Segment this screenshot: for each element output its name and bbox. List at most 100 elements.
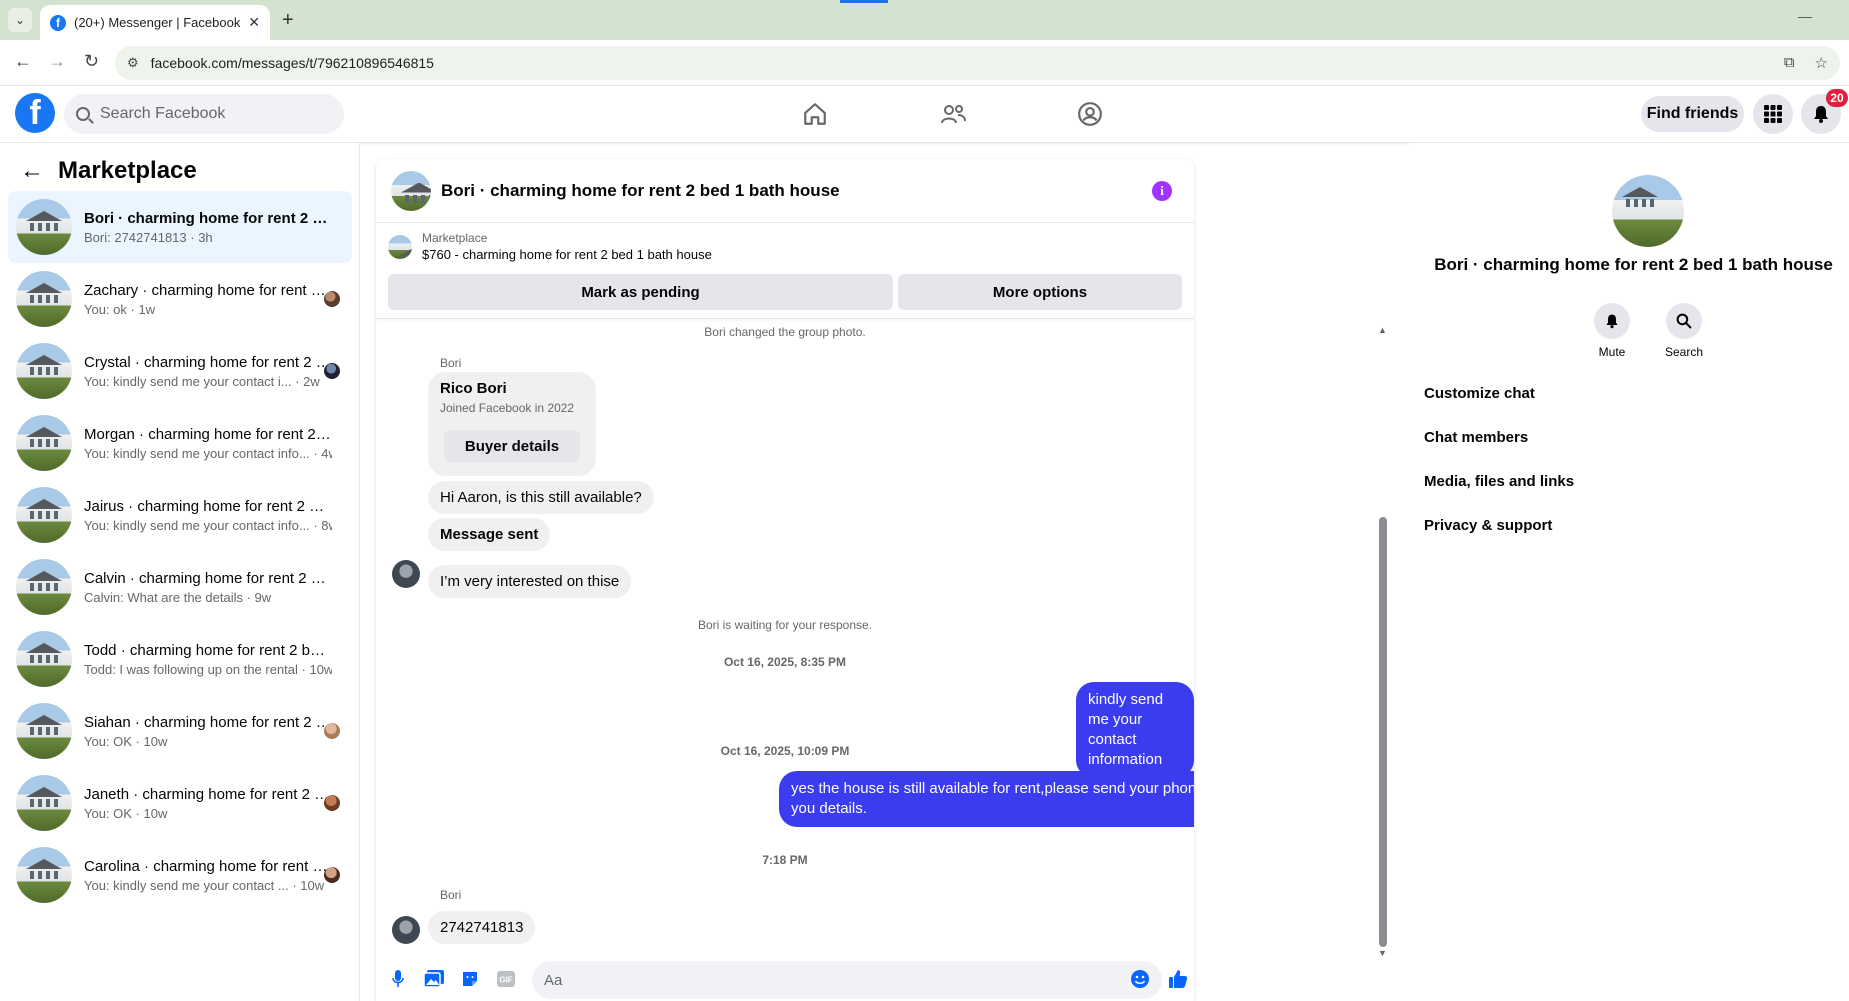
buyer-details-button[interactable]: Buyer details [444,430,580,462]
conversation-preview: Todd: I was following up on the rental ·… [84,661,332,677]
sticker-icon[interactable] [460,969,480,989]
mute-label: Mute [1598,345,1626,359]
conversation-item[interactable]: Todd · charming home for rent 2 bed 1 ba… [8,623,352,695]
conversation-item[interactable]: Siahan · charming home for rent 2 bed 1 … [8,695,352,767]
conversation-item[interactable]: Carolina · charming home for rent 2 bed … [8,839,352,911]
message-composer: GIF Aa [376,959,1194,1001]
media-files-links-item[interactable]: Media, files and links [1424,459,1574,503]
conversation-name: Crystal · charming home for rent 2 bed 1… [84,353,332,371]
participant-avatar [324,723,340,739]
conversation-name: Zachary · charming home for rent 2 bed 1… [84,281,332,299]
scroll-up-icon[interactable]: ▲ [1378,325,1387,335]
listing-thumbnail [388,234,412,259]
thumbs-up-icon[interactable] [1168,969,1188,989]
sender-avatar[interactable] [392,560,420,588]
incoming-message[interactable]: Message sent [428,518,551,551]
back-arrow-icon[interactable]: ← [14,51,32,72]
svg-text:GIF: GIF [499,976,512,985]
url-text[interactable]: facebook.com/messages/t/796210896546815 [151,55,434,71]
sender-avatar[interactable] [392,916,420,944]
conversation-name: Janeth · charming home for rent 2 bed 1 … [84,785,332,803]
url-omnibox[interactable]: ⚙ facebook.com/messages/t/79621089654681… [115,46,1840,80]
site-info-icon[interactable]: ⚙ [127,55,139,71]
menu-grid-icon[interactable] [1753,94,1793,134]
facebook-search-input[interactable]: Search Facebook [64,94,344,134]
bookmark-star-icon[interactable]: ☆ [1815,54,1828,72]
tab-close-icon[interactable]: ✕ [248,14,260,31]
marketplace-conversation-panel: ← Marketplace Bori · charming home for r… [0,143,360,1001]
sender-name: Bori [440,888,462,902]
conversation-item[interactable]: Janeth · charming home for rent 2 bed 1 … [8,767,352,839]
profile-joined: Joined Facebook in 2022 [440,401,575,415]
back-arrow-icon[interactable]: ← [20,157,44,185]
scroll-down-icon[interactable]: ▼ [1378,948,1387,958]
conversation-preview: You: OK · 10w [84,805,168,821]
listing-avatar [16,415,72,471]
browser-tab[interactable]: f (20+) Messenger | Facebook ✕ [40,5,270,40]
conversation-preview: You: kindly send me your contact info...… [84,445,332,461]
new-tab-plus-icon[interactable]: + [282,9,294,32]
conversation-preview: Bori: 2742741813 · 3h [84,229,213,245]
emoji-icon[interactable] [1130,969,1150,989]
privacy-support-item[interactable]: Privacy & support [1424,503,1574,547]
listing-avatar [16,199,72,255]
outgoing-message[interactable]: kindly send me your contact information [1076,682,1194,778]
sender-name: Bori [440,356,462,370]
listing-title: $760 - charming home for rent 2 bed 1 ba… [422,247,712,262]
find-friends-button[interactable]: Find friends [1641,96,1744,132]
groups-icon[interactable] [1070,98,1110,130]
reload-icon[interactable]: ↻ [84,51,99,72]
conversation-preview: You: ok · 1w [84,301,156,317]
chat-details-panel: Bori · charming home for rent 2 bed 1 ba… [1410,143,1849,1001]
home-icon[interactable] [795,98,835,130]
conversation-name: Todd · charming home for rent 2 bed 1 ba… [84,641,332,659]
chat-avatar [1612,175,1684,247]
chat-scrollbar-thumb[interactable] [1379,517,1387,947]
search-placeholder: Search Facebook [100,105,226,122]
conversation-name: Bori · charming home for rent 2 bed 1 ba… [84,209,332,227]
more-options-button[interactable]: More options [898,274,1182,310]
conversation-item[interactable]: Morgan · charming home for rent 2 bed 1 … [8,407,352,479]
search-conversation-button[interactable]: Search [1654,303,1714,359]
chat-listing-avatar[interactable] [391,170,431,211]
timestamp: 7:18 PM [762,853,808,867]
conversation-name: Morgan · charming home for rent 2 bed 1 … [84,425,332,443]
mute-button[interactable]: Mute [1582,303,1642,359]
mark-as-pending-button[interactable]: Mark as pending [388,274,893,310]
listing-avatar [16,775,72,831]
customize-chat-item[interactable]: Customize chat [1424,371,1574,415]
friends-icon[interactable] [933,98,973,130]
conversation-item[interactable]: Zachary · charming home for rent 2 bed 1… [8,263,352,335]
conversation-item[interactable]: Crystal · charming home for rent 2 bed 1… [8,335,352,407]
participant-avatar [324,867,340,883]
conversation-item[interactable]: Jairus · charming home for rent 2 bed 1 … [8,479,352,551]
incoming-message[interactable]: 2742741813 [428,911,536,944]
search-icon [76,107,90,121]
chat-details-name: Bori · charming home for rent 2 bed 1 ba… [1434,255,1833,274]
marketplace-listing-row[interactable]: Marketplace $760 - charming home for ren… [388,231,712,262]
listing-avatar [16,559,72,615]
microphone-icon[interactable] [388,969,408,989]
conversation-name: Calvin · charming home for rent 2 bed 1 … [84,569,332,587]
conversation-item[interactable]: Calvin · charming home for rent 2 bed 1 … [8,551,352,623]
photo-icon[interactable] [424,969,444,989]
incoming-message[interactable]: Hi Aaron, is this still available? [428,481,654,514]
chat-title[interactable]: Bori · charming home for rent 2 bed 1 ba… [441,181,840,201]
info-icon[interactable]: i [1152,181,1172,201]
chat-members-item[interactable]: Chat members [1424,415,1574,459]
listing-avatar [16,271,72,327]
conversation-list: Bori · charming home for rent 2 bed 1 ba… [8,191,352,911]
facebook-logo-icon[interactable]: f [15,93,55,133]
outgoing-message[interactable]: yes the house is still available for ren… [779,771,1194,827]
message-input[interactable]: Aa [532,961,1162,999]
gif-icon[interactable]: GIF [496,969,516,989]
conversation-name: Jairus · charming home for rent 2 bed 1 … [84,497,332,515]
conversation-item[interactable]: Bori · charming home for rent 2 bed 1 ba… [8,191,352,263]
profile-name: Rico Bori [440,380,507,397]
conversation-preview: Calvin: What are the details · 9w [84,589,272,605]
incoming-message[interactable]: I’m very interested on thise [428,565,632,598]
forward-arrow-icon[interactable]: → [48,51,66,72]
window-minimize-icon[interactable]: — [1798,8,1812,24]
tab-list-chevron-icon[interactable]: ⌄ [8,8,32,32]
install-app-icon[interactable]: ⧉ [1784,54,1795,72]
